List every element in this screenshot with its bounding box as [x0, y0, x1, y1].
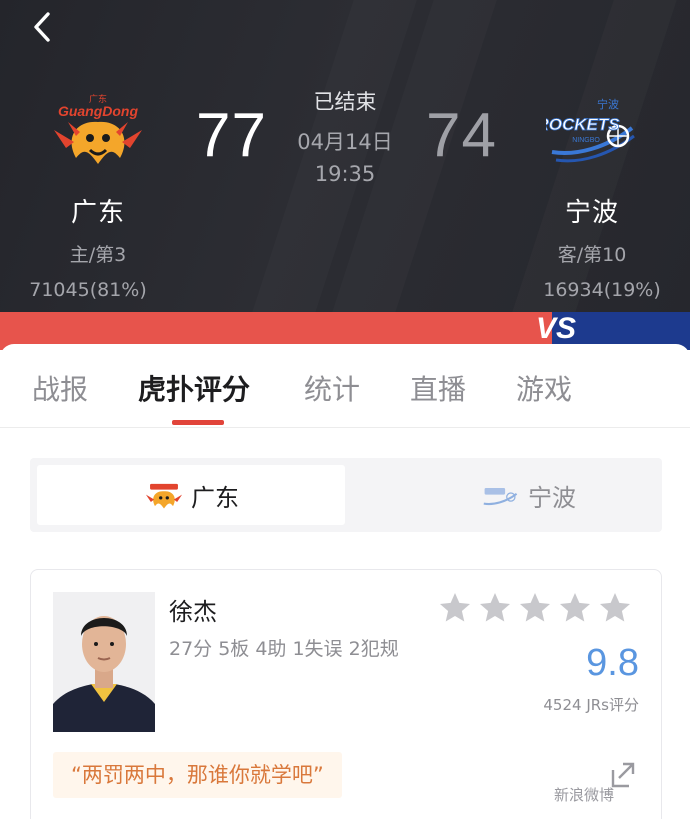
- svg-text:广东: 广东: [89, 93, 107, 105]
- away-team-votes: 16934(19%): [543, 279, 661, 301]
- home-team-logo-small: [141, 479, 187, 511]
- home-team-rank: 主/第3: [69, 244, 127, 266]
- player-stats: 27分 5板 4助 1失误 2犯规: [169, 638, 399, 660]
- svg-text:NINGBO: NINGBO: [572, 137, 600, 144]
- team-switch-home-label: 广东: [191, 484, 239, 512]
- tab-hupu-rating[interactable]: 虎扑评分: [138, 368, 250, 408]
- away-team-logo-small: [478, 479, 524, 511]
- player-name: 徐杰: [169, 598, 217, 626]
- tab-live[interactable]: 直播: [410, 368, 466, 408]
- star-icon[interactable]: [437, 590, 473, 626]
- match-time: 19:35: [314, 162, 376, 186]
- top-comment-quote[interactable]: “两罚两中，那谁你就学吧”: [53, 752, 342, 798]
- away-team-logo: ROCKETS 宁波 NINGBO: [536, 92, 642, 170]
- away-team-rank: 客/第10: [557, 244, 627, 266]
- player-rating-score: 9.8: [586, 642, 639, 684]
- star-icon[interactable]: [557, 590, 593, 626]
- star-icon[interactable]: [517, 590, 553, 626]
- rating-stars[interactable]: [437, 590, 637, 628]
- player-rating-card[interactable]: 徐杰 27分 5板 4助 1失误 2犯规 9.8 4524 JRs评分 “两罚两…: [30, 569, 662, 819]
- home-score: 77: [196, 101, 267, 170]
- svg-text:宁波: 宁波: [597, 97, 619, 111]
- player-avatar: [53, 592, 155, 732]
- tab-stats[interactable]: 统计: [304, 368, 360, 408]
- team-switch-away[interactable]: 宁波: [348, 465, 656, 525]
- active-tab-indicator: [172, 420, 224, 425]
- star-icon[interactable]: [477, 590, 513, 626]
- star-icon[interactable]: [597, 590, 633, 626]
- tab-bar: 战报 虎扑评分 统计 直播 游戏: [0, 344, 690, 428]
- home-team-votes: 71045(81%): [29, 279, 147, 301]
- home-team-name: 广东: [70, 198, 125, 228]
- away-score: 74: [426, 101, 497, 170]
- back-icon[interactable]: [28, 10, 58, 44]
- match-status: 已结束: [313, 90, 377, 114]
- away-team-name: 宁波: [564, 198, 619, 228]
- tab-report[interactable]: 战报: [32, 368, 88, 408]
- home-team-logo: GuangDong 广东: [50, 92, 146, 170]
- match-header: GuangDong 广东 广东 主/第3 71045(81%) 77 已结束 0…: [0, 0, 690, 312]
- vs-label: VS: [536, 312, 577, 345]
- team-switcher: 广东 宁波: [30, 458, 662, 532]
- tab-games[interactable]: 游戏: [516, 368, 572, 408]
- team-switch-home[interactable]: 广东: [37, 465, 345, 525]
- svg-text:GuangDong: GuangDong: [58, 103, 139, 119]
- match-date: 04月14日: [297, 130, 393, 154]
- main-panel: 战报 虎扑评分 统计 直播 游戏 广东 宁波 徐杰 27分 5板 4助 1失误 …: [0, 344, 690, 819]
- svg-text:ROCKETS: ROCKETS: [546, 115, 620, 134]
- team-switch-away-label: 宁波: [528, 484, 576, 512]
- rating-count: 4524 JRs评分: [543, 696, 639, 714]
- watermark: 新浪微博: [554, 786, 615, 804]
